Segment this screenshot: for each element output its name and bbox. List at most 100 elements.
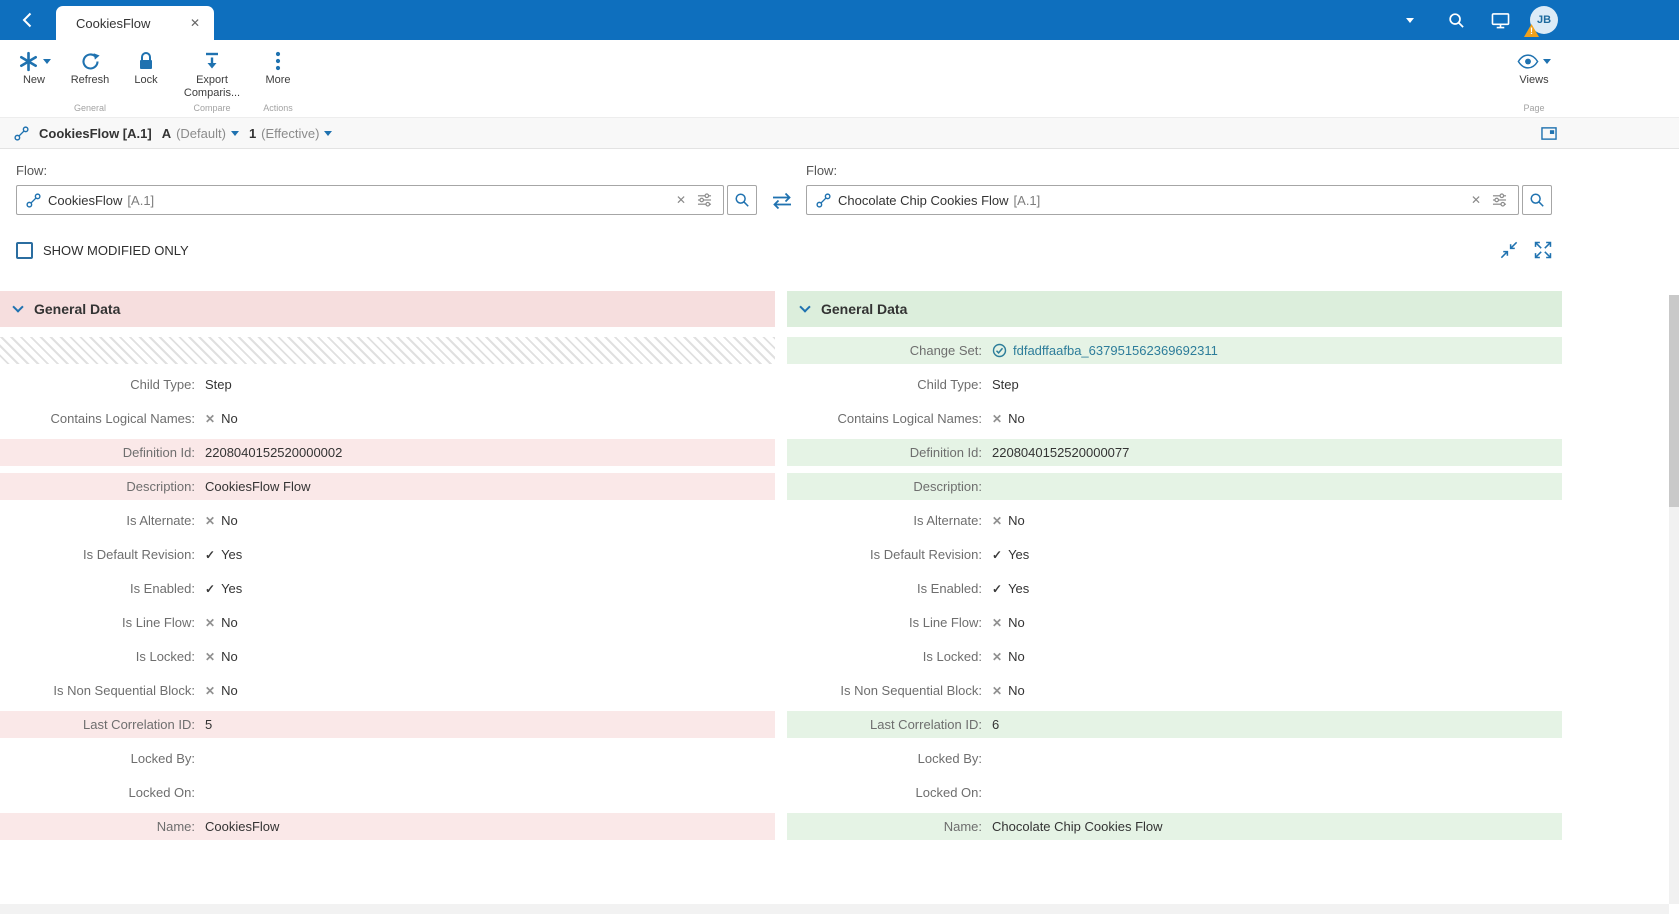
comparison-row: Is Locked: ✕ No [0,643,775,670]
comparison-row: Child Type: Step [0,371,775,398]
comparison-row: Locked On: [0,779,775,806]
export-comparison-button[interactable]: Export Comparis... [174,40,250,100]
row-value: ✕ No [205,411,238,426]
comparison-row: Description: [787,473,1562,500]
show-modified-bar: SHOW MODIFIED ONLY [0,215,1679,261]
filter-sliders-icon[interactable] [1490,193,1509,207]
comparison-row: Definition Id: 2208040152520000077 [787,439,1562,466]
row-label: Is Locked: [922,649,982,664]
revision-qualifier: (Default) [176,125,226,141]
clear-icon[interactable]: ✕ [1469,193,1483,207]
cross-icon: ✕ [205,615,216,630]
missing-row [0,337,775,364]
row-label: Last Correlation ID: [83,717,195,732]
comparison-row: Locked On: [787,779,1562,806]
cross-icon: ✕ [205,513,216,528]
ribbon-group-caption-compare: Compare [193,103,231,114]
left-flow-suffix: [A.1] [127,192,155,208]
flow-icon [14,125,29,141]
row-label: Description: [913,479,982,494]
comparison-row: Is Line Flow: ✕ No [787,609,1562,636]
row-value-text: Yes [221,581,243,596]
tab-cookiesflow[interactable]: CookiesFlow ✕ [56,6,214,40]
row-value: ✕ No [992,683,1025,698]
ribbon-group-caption-general: General [73,103,107,113]
section-header-general-data[interactable]: General Data [787,291,1562,327]
section-title: General Data [34,301,121,317]
comparison-row: Is Default Revision: ✓ Yes [0,541,775,568]
row-label: Child Type: [917,377,982,392]
version-selector[interactable]: 1 (Effective) [249,126,333,141]
horizontal-scrollbar[interactable] [0,904,1669,914]
comparison-row: Contains Logical Names: ✕ No [787,405,1562,432]
new-button[interactable]: New [6,40,62,100]
vertical-scrollbar-thumb[interactable] [1669,295,1679,507]
comparison-row: Is Line Flow: ✕ No [0,609,775,636]
row-value-text: No [221,683,238,698]
more-ellipsis-icon [275,51,281,71]
row-value: ✕ No [992,411,1025,426]
left-rows-container: Child Type: Step Contains Logical Names: ✕ N… [0,337,775,840]
swap-flows-icon[interactable] [770,192,794,210]
ribbon-group-actions: More Actions [250,40,306,117]
expand-all-icon[interactable] [1534,241,1552,259]
row-value: ✕ No [992,513,1025,528]
search-icon[interactable] [1438,0,1474,40]
monitor-icon[interactable] [1482,0,1518,40]
topbar-dropdown-chevron-icon[interactable] [1392,0,1428,40]
section-header-general-data[interactable]: General Data [0,291,775,327]
chevron-down-icon [42,58,51,64]
row-value: Step [992,377,1019,392]
row-value: Chocolate Chip Cookies Flow [992,819,1163,834]
row-value: 2208040152520000077 [992,445,1130,460]
comparison-row: Is Alternate: ✕ No [0,507,775,534]
ribbon-toolbar: New Refresh Lock General Export Comparis… [0,40,1679,118]
show-modified-checkbox[interactable] [16,241,33,259]
left-flow-input[interactable]: CookiesFlow [A.1] ✕ [16,185,724,215]
comparison-row: Last Correlation ID: 5 [0,711,775,738]
row-label: Is Enabled: [129,581,195,596]
views-button[interactable]: Views [1506,40,1562,100]
show-modified-label[interactable]: SHOW MODIFIED ONLY [43,243,189,258]
row-value-text: No [1008,683,1025,698]
row-value: ✓ Yes [205,547,242,562]
export-button-label: Export Comparis... [183,74,241,100]
topbar: CookiesFlow ✕ JB ! [0,0,1679,40]
side-panel-toggle-icon[interactable] [1541,126,1557,141]
left-search-button[interactable] [727,185,757,215]
right-search-button[interactable] [1522,185,1552,215]
version-qualifier: (Effective) [261,125,320,141]
comparison-row: Child Type: Step [787,371,1562,398]
right-flow-input[interactable]: Chocolate Chip Cookies Flow [A.1] ✕ [806,185,1519,215]
more-button[interactable]: More [250,40,306,100]
comparison-row: Is Default Revision: ✓ Yes [787,541,1562,568]
chevron-down-icon [799,301,811,313]
filter-sliders-icon[interactable] [695,193,714,207]
refresh-button[interactable]: Refresh [62,40,118,100]
row-label: Contains Logical Names: [50,411,195,426]
cross-icon: ✕ [992,411,1003,426]
row-value: ✕ No [205,683,238,698]
flow-selector-bar: Flow: CookiesFlow [A.1] ✕ Flow: Chocolat… [0,149,1679,215]
row-label: Is Default Revision: [83,547,195,562]
change-set-link[interactable]: fdfadffaafba_637951562369692311 [1013,343,1218,358]
avatar[interactable]: JB ! [1524,6,1558,37]
lock-button[interactable]: Lock [118,40,174,100]
row-value: fdfadffaafba_637951562369692311 [992,343,1218,358]
row-label: Name: [943,819,982,834]
row-label: Is Line Flow: [122,615,195,630]
comparison-row: Is Locked: ✕ No [787,643,1562,670]
cross-icon: ✕ [205,411,216,426]
back-button[interactable] [0,0,54,40]
comparison-row: Is Non Sequential Block: ✕ No [787,677,1562,704]
vertical-scrollbar[interactable] [1669,295,1679,904]
clear-icon[interactable]: ✕ [674,193,688,207]
revision-selector[interactable]: A (Default) [162,126,239,141]
row-value-text: No [1008,615,1025,630]
tab-close-icon[interactable]: ✕ [186,14,204,32]
row-label: Definition Id: [122,445,195,460]
row-value-text: No [221,513,238,528]
row-value-text: Yes [221,547,243,562]
row-label: Is Alternate: [913,513,982,528]
collapse-all-icon[interactable] [1500,241,1518,259]
